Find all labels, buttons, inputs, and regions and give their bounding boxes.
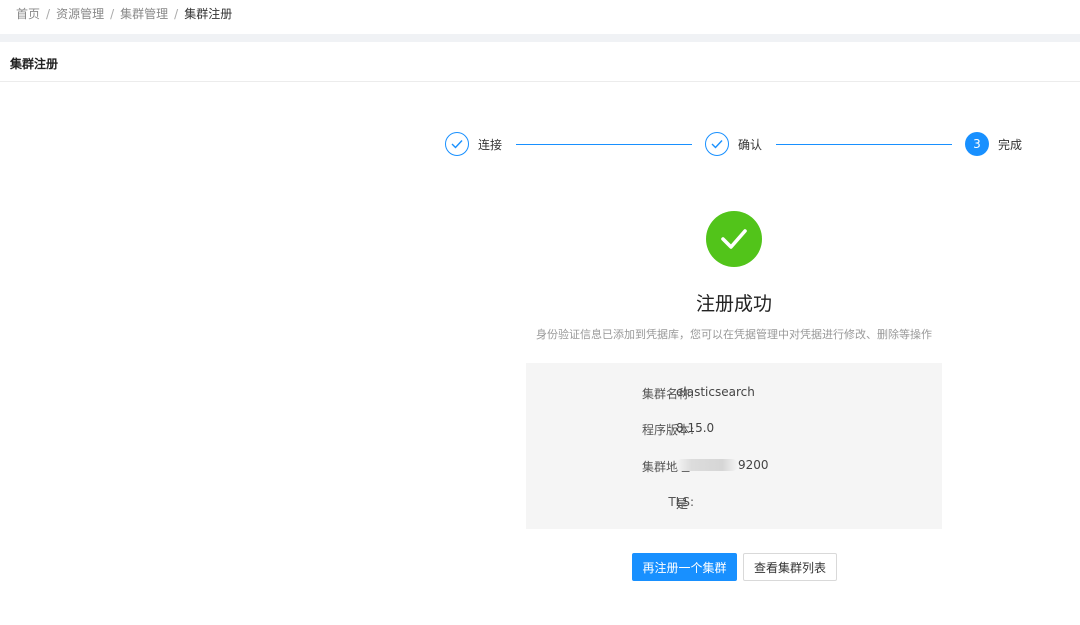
page-header: 集群注册	[0, 42, 1080, 82]
info-row-cluster-name: 集群名称: elasticsearch	[526, 385, 942, 401]
view-cluster-list-button[interactable]: 查看集群列表	[743, 553, 837, 581]
breadcrumb-cluster-register: 集群注册	[184, 7, 233, 21]
check-icon	[445, 132, 469, 156]
header-divider-band	[0, 34, 1080, 42]
step-label-confirm: 确认	[738, 137, 763, 152]
address-port: 9200	[738, 458, 769, 472]
breadcrumb-cluster-management[interactable]: 集群管理	[120, 5, 168, 22]
info-value-address: 9200	[676, 458, 769, 472]
result-title: 注册成功	[695, 293, 772, 315]
steps-indicator: 连接 确认 3 完成	[445, 132, 1045, 158]
result-subtitle: 身份验证信息已添加到凭据库，您可以在凭据管理中对凭据进行修改、删除等操作	[536, 328, 932, 341]
info-value: 8.15.0	[676, 421, 715, 435]
breadcrumb-separator: /	[110, 6, 115, 21]
info-row-tls: TLS: 是	[526, 495, 942, 511]
step-connector-line	[516, 144, 692, 145]
breadcrumb-resource-management[interactable]: 资源管理	[56, 5, 104, 22]
cluster-info-panel: 集群名称: elasticsearch 程序版本: 8.15.0 集群地址: 9…	[526, 363, 942, 529]
breadcrumb-separator: /	[174, 6, 179, 21]
step-confirm: 确认	[705, 132, 762, 156]
step-label-connect: 连接	[478, 137, 503, 152]
info-value: elasticsearch	[676, 385, 755, 399]
info-row-address: 集群地址: 9200	[526, 458, 942, 474]
info-row-version: 程序版本: 8.15.0	[526, 421, 942, 437]
register-another-button[interactable]: 再注册一个集群	[632, 553, 737, 581]
step-connect: 连接	[445, 132, 502, 156]
check-circle-icon	[706, 211, 762, 267]
check-icon	[705, 132, 729, 156]
breadcrumb-separator: /	[46, 6, 51, 21]
breadcrumb-home[interactable]: 首页	[16, 5, 40, 22]
masked-address	[676, 459, 738, 471]
info-value: 是	[676, 497, 689, 511]
step-complete: 3 完成	[965, 132, 1022, 156]
step-number-3: 3	[965, 132, 989, 156]
breadcrumb: 首页 / 资源管理 / 集群管理 / 集群注册	[16, 5, 232, 22]
step-connector-line	[776, 144, 952, 145]
page-title: 集群注册	[10, 57, 59, 71]
step-label-complete: 完成	[998, 137, 1023, 152]
